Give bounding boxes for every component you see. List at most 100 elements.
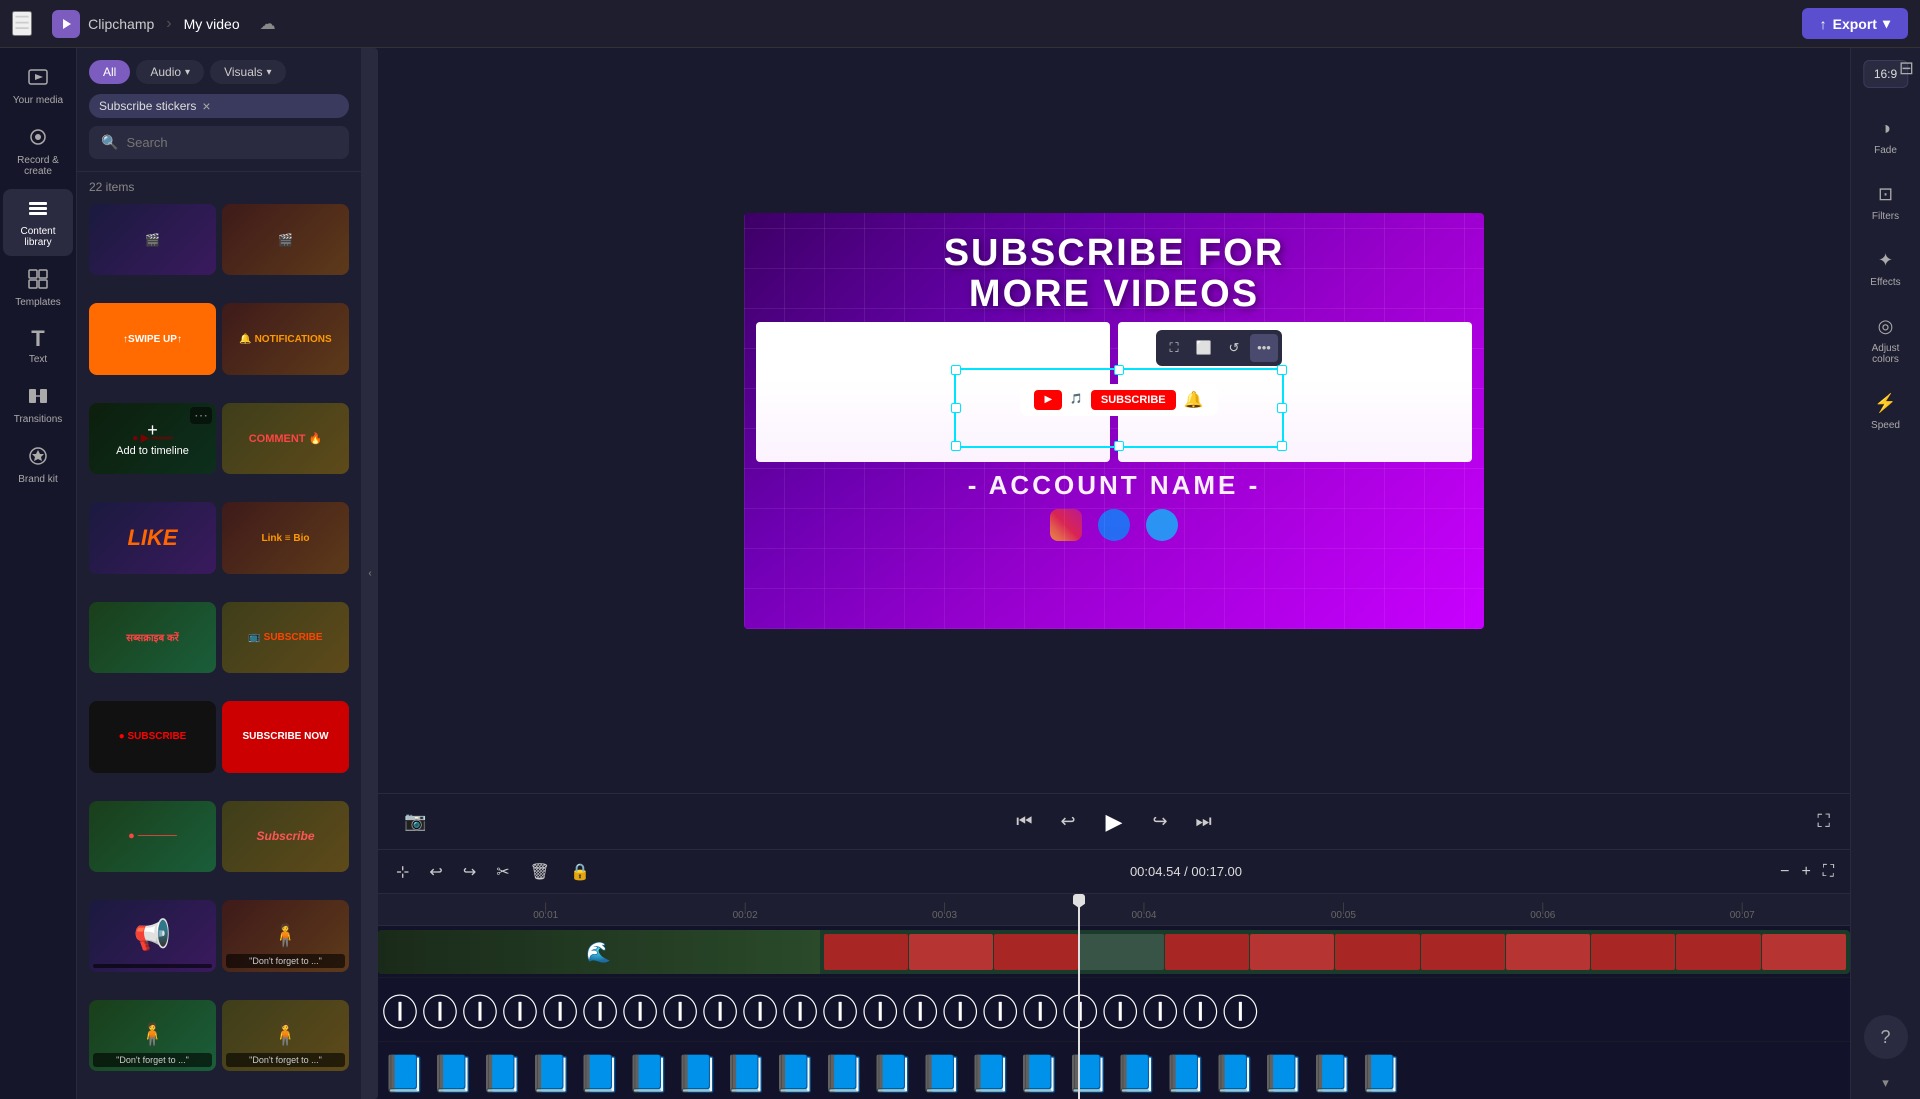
- more-tool-button[interactable]: •••: [1250, 334, 1278, 362]
- export-icon: ↑: [1820, 16, 1827, 32]
- list-item[interactable]: 🧍 "Don't forget to ...": [222, 1000, 349, 1071]
- ruler-mark: 00:06: [1443, 910, 1642, 921]
- sticker-content: 📺 SUBSCRIBE: [222, 602, 349, 673]
- forward5-button[interactable]: ↪: [1146, 805, 1173, 838]
- list-item[interactable]: LIKE: [89, 502, 216, 573]
- sidebar-item-templates[interactable]: Templates: [3, 260, 73, 316]
- app-name: Clipchamp: [88, 16, 154, 32]
- cloud-status-icon: ☁: [260, 14, 276, 34]
- cut-button[interactable]: ✂: [490, 856, 515, 888]
- brand-kit-icon: [27, 445, 49, 470]
- list-item[interactable]: SUBSCRIBE NOW: [222, 701, 349, 772]
- delete-button[interactable]: 🗑: [524, 856, 556, 888]
- export-button[interactable]: ↑ Export ▾: [1802, 8, 1908, 39]
- subscribe-mini-button[interactable]: SUBSCRIBE: [1091, 390, 1176, 410]
- hamburger-menu[interactable]: ☰: [12, 11, 32, 36]
- facebook-track[interactable]: 📘 📘 📘 📘 📘 📘 📘 📘 📘 📘 📘 📘: [378, 1042, 1850, 1099]
- list-item[interactable]: COMMENT 🔥: [222, 403, 349, 474]
- sidebar-item-your-media[interactable]: Your media: [3, 58, 73, 114]
- filter-visuals-button[interactable]: Visuals ▾: [210, 60, 286, 84]
- right-panel: 16:9 ⊟ ◑ Fade ⊡ Filters ✦ Effects ◎ Adju…: [1850, 48, 1920, 1099]
- media-grid: 🎬 🎬 ↑SWIPE UP↑ 🔔 NOTIFICATIONS ● ▶ ═══ ⋯…: [77, 198, 361, 1099]
- add-timeline-label[interactable]: Add to timeline: [116, 445, 189, 457]
- ruler-mark: 00:05: [1244, 910, 1443, 921]
- video-clip[interactable]: 🌊: [378, 930, 1850, 974]
- list-item[interactable]: ● ▶ ═══ ⋯ + Add to timeline: [89, 403, 216, 474]
- play-button[interactable]: ▶: [1098, 801, 1131, 843]
- timeline-content: 00:01 00:02 00:03 00:04 00:05 00:06 00:0…: [378, 894, 1850, 1099]
- right-panel-effects[interactable]: ✦ Effects: [1854, 240, 1918, 298]
- back5-button[interactable]: ↩: [1054, 805, 1081, 838]
- resize-tool-button[interactable]: ⬜: [1190, 334, 1218, 362]
- select-tool-button[interactable]: ⊹: [390, 856, 415, 888]
- list-item[interactable]: ↑SWIPE UP↑: [89, 303, 216, 374]
- sidebar-item-content-library[interactable]: Content library: [3, 189, 73, 256]
- fade-icon: ◑: [1880, 118, 1891, 139]
- resize-handle-topleft[interactable]: [951, 365, 961, 375]
- sidebar-item-brand-kit[interactable]: Brand kit: [3, 437, 73, 493]
- video-canvas[interactable]: SUBSCRIBE FOR MORE VIDEOS 🎵 SUBSCRIBE 🔔: [744, 213, 1484, 629]
- zoom-out-button[interactable]: −: [1776, 859, 1793, 885]
- list-item[interactable]: 📺 SUBSCRIBE: [222, 602, 349, 673]
- search-input[interactable]: [126, 135, 337, 150]
- flip-tool-button[interactable]: ↺: [1220, 334, 1248, 362]
- right-panel-speed[interactable]: ⚡ Speed: [1854, 383, 1918, 441]
- selected-element[interactable]: 🎵 SUBSCRIBE 🔔 ⛶ ⬜ ↺ •••: [954, 368, 1284, 448]
- camera-button[interactable]: 📷: [398, 805, 432, 838]
- crop-tool-button[interactable]: ⛶: [1160, 334, 1188, 362]
- list-item[interactable]: Link ≡ Bio: [222, 502, 349, 573]
- panel-scroll-down-button[interactable]: ▾: [1874, 1067, 1897, 1099]
- timeline-time-display: 00:04.54 / 00:17.00: [1130, 864, 1242, 879]
- filter-all-button[interactable]: All: [89, 60, 130, 84]
- list-item[interactable]: Subscribe: [222, 801, 349, 872]
- right-panel-filters[interactable]: ⊡ Filters: [1854, 174, 1918, 232]
- sticker-content: Subscribe: [222, 801, 349, 872]
- video-title[interactable]: My video: [184, 16, 240, 32]
- instagram-track[interactable]: Ⓘ Ⓘ Ⓘ Ⓘ Ⓘ Ⓘ Ⓘ Ⓘ Ⓘ Ⓘ Ⓘ Ⓘ: [378, 978, 1850, 1042]
- list-item[interactable]: 🧍 "Don't forget to ...": [89, 1000, 216, 1071]
- sidebar-item-record-create[interactable]: Record &create: [3, 118, 73, 185]
- right-panel-fade[interactable]: ◑ Fade: [1854, 108, 1918, 166]
- video-track[interactable]: 🌊: [378, 926, 1850, 978]
- resize-handle-topmid[interactable]: [1114, 365, 1124, 375]
- redo-button[interactable]: ↪: [457, 856, 482, 888]
- zoom-in-button[interactable]: +: [1797, 859, 1814, 885]
- list-item[interactable]: 📢: [89, 900, 216, 971]
- list-item[interactable]: 🎬: [222, 204, 349, 275]
- fullscreen-button[interactable]: ⛶: [1817, 811, 1830, 832]
- tag-close-button[interactable]: ×: [202, 98, 210, 114]
- list-item[interactable]: 🔔 NOTIFICATIONS: [222, 303, 349, 374]
- undo-button[interactable]: ↩: [423, 856, 448, 888]
- resize-handle-bottommid[interactable]: [1114, 441, 1124, 451]
- sticker-content: 🔔 NOTIFICATIONS: [222, 303, 349, 374]
- export-chevron-icon: ▾: [1883, 15, 1890, 32]
- skip-back-button[interactable]: ⏮: [1010, 805, 1038, 838]
- filter-audio-button[interactable]: Audio ▾: [136, 60, 204, 84]
- list-item[interactable]: ● ─────: [89, 801, 216, 872]
- right-panel-adjust-colors[interactable]: ◎ Adjust colors: [1854, 306, 1918, 375]
- preview-canvas: SUBSCRIBE FOR MORE VIDEOS 🎵 SUBSCRIBE 🔔: [378, 48, 1850, 793]
- sticker-content: ● ─────: [89, 801, 216, 872]
- list-item[interactable]: सब्सक्राइब करें: [89, 602, 216, 673]
- panel-collapse-button[interactable]: ‹: [362, 48, 378, 1099]
- sidebar-item-text[interactable]: T Text: [3, 320, 73, 373]
- lock-button[interactable]: 🔒: [564, 856, 596, 888]
- timeline-tracks[interactable]: 00:01 00:02 00:03 00:04 00:05 00:06 00:0…: [378, 894, 1850, 1099]
- captions-button[interactable]: ⊟: [1899, 58, 1914, 79]
- timeline-playhead[interactable]: [1078, 894, 1080, 1099]
- resize-handle-midleft[interactable]: [951, 403, 961, 413]
- list-item[interactable]: 🎬: [89, 204, 216, 275]
- zoom-fit-button[interactable]: ⛶: [1819, 859, 1838, 885]
- resize-handle-bottomleft[interactable]: [951, 441, 961, 451]
- captions-icon: ⊟: [1899, 58, 1914, 78]
- list-item[interactable]: ● SUBSCRIBE: [89, 701, 216, 772]
- skip-forward-button[interactable]: ⏭: [1190, 805, 1218, 838]
- sticker-content: सब्सक्राइब करें: [89, 602, 216, 673]
- resize-handle-bottomright[interactable]: [1277, 441, 1287, 451]
- ruler-mark: 00:04: [1044, 910, 1243, 921]
- sidebar-item-transitions[interactable]: Transitions: [3, 377, 73, 433]
- resize-handle-topright[interactable]: [1277, 365, 1287, 375]
- help-button[interactable]: ?: [1864, 1015, 1908, 1059]
- list-item[interactable]: 🧍 "Don't forget to ...": [222, 900, 349, 971]
- resize-handle-midright[interactable]: [1277, 403, 1287, 413]
